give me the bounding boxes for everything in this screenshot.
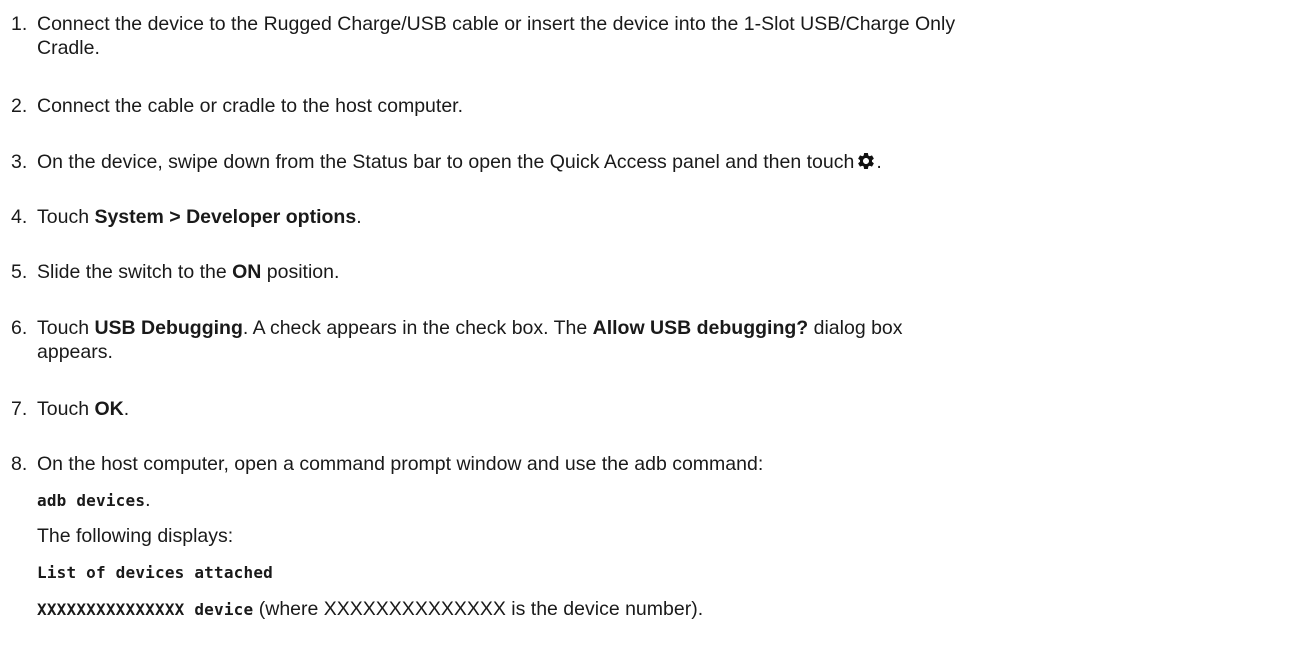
code-output: XXXXXXXXXXXXXXX device [37, 600, 254, 619]
step-number: 8. [11, 453, 28, 475]
step-number: 6. [11, 317, 28, 339]
step-number: 2. [11, 95, 28, 117]
step-text-line: Connect the device to the Rugged Charge/… [37, 13, 956, 35]
ui-term-system: System [94, 206, 164, 228]
ui-term-developer-options: Developer options [186, 206, 357, 228]
step-text-line: appears. [37, 341, 113, 363]
gear-icon [858, 153, 875, 169]
step-number: 1. [11, 13, 28, 35]
step-text-post: position. [261, 261, 340, 283]
step-text-pre: Slide the switch to the [37, 261, 233, 283]
procedure-steps: 1. Connect the device to the Rugged Char… [0, 0, 1314, 645]
step-text-pre: Touch [37, 206, 95, 228]
ui-term-on: ON [232, 261, 262, 283]
step-text-post: . [356, 206, 362, 228]
code-output: List of devices attached [37, 563, 273, 582]
step-number: 5. [11, 261, 28, 283]
ui-term-ok: OK [94, 398, 124, 420]
step-text: Touch OK. [37, 397, 1310, 421]
step-text-line: Connect the cable or cradle to the host … [37, 95, 464, 117]
step-text-line: The following displays: [37, 525, 234, 547]
step-text-pre: Touch [37, 317, 95, 339]
ui-term-allow-usb-debugging: Allow USB debugging? [592, 317, 809, 339]
step-text-mid: . A check appears in the check box. The [242, 317, 593, 339]
step-text-post: (where XXXXXXXXXXXXXX is the device numb… [253, 598, 704, 620]
step-text: Touch USB Debugging. A check appears in … [37, 316, 1310, 364]
step-text-line: On the device, swipe down from the Statu… [37, 151, 855, 173]
step-number: 3. [11, 151, 28, 173]
step-number: 4. [11, 206, 28, 228]
step-text-line: On the host computer, open a command pro… [37, 453, 764, 475]
step-text: Connect the device to the Rugged Charge/… [37, 12, 1310, 60]
step-text: On the device, swipe down from the Statu… [37, 150, 1310, 174]
step-text-post: . [145, 489, 151, 511]
menu-separator: > [163, 206, 187, 228]
step-text: Connect the cable or cradle to the host … [37, 94, 1310, 118]
code-command: adb devices [37, 491, 146, 510]
step-text-pre: Touch [37, 398, 95, 420]
step-text: Slide the switch to the ON position. [37, 260, 1310, 284]
step-text-line: Cradle. [37, 37, 100, 59]
step-text-post: dialog box [808, 317, 903, 339]
step-text: Touch System > Developer options. [37, 205, 1310, 229]
ui-term-usb-debugging: USB Debugging [94, 317, 243, 339]
step-text-period: . [876, 151, 882, 173]
step-number: 7. [11, 398, 28, 420]
step-text-post: . [123, 398, 130, 420]
